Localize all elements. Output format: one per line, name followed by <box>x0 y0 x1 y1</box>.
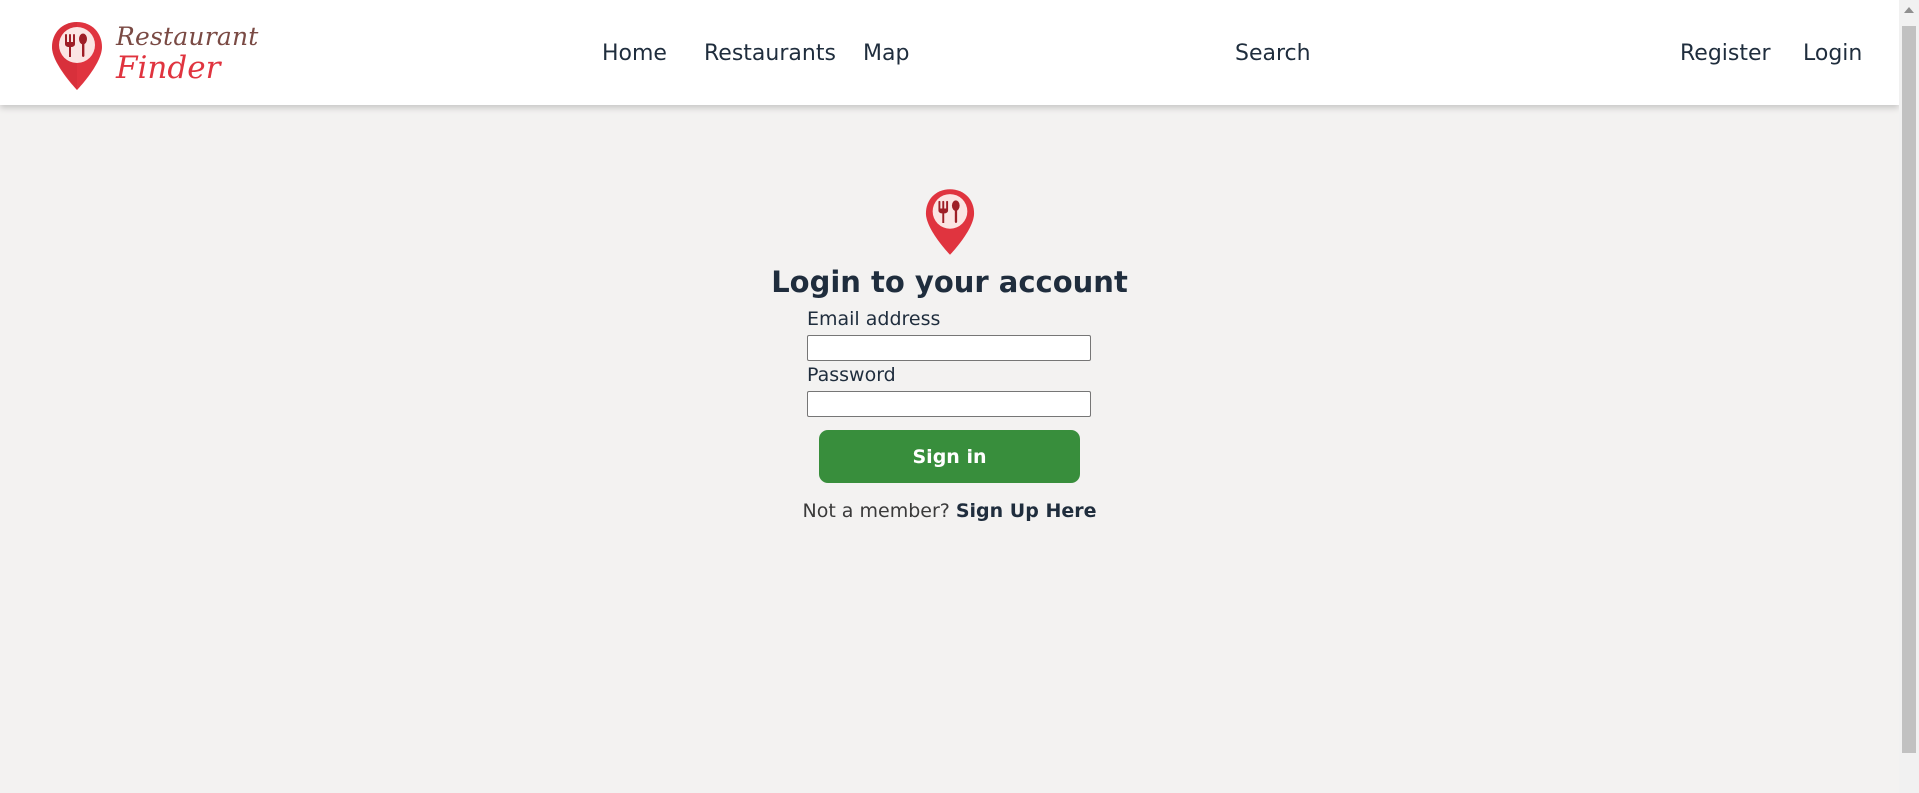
nav-register-link[interactable]: Register <box>1680 41 1771 66</box>
brand-name-line1: Restaurant <box>116 22 259 51</box>
signup-prompt: Not a member? <box>802 500 950 522</box>
sign-in-button[interactable]: Sign in <box>819 430 1080 483</box>
sign-up-link[interactable]: Sign Up Here <box>956 500 1097 522</box>
brand-logo[interactable]: Restaurant Finder <box>50 20 258 92</box>
nav-search-link[interactable]: Search <box>1235 41 1311 66</box>
signup-row: Not a member? Sign Up Here <box>0 500 1899 522</box>
login-section: Login to your account Email address Pass… <box>0 105 1899 793</box>
nav-restaurants-link[interactable]: Restaurants <box>704 41 836 66</box>
nav-home-link[interactable]: Home <box>602 41 667 66</box>
password-field[interactable] <box>807 391 1091 417</box>
nav-login-link[interactable]: Login <box>1803 41 1862 66</box>
brand-name-line2: Finder <box>116 50 221 86</box>
map-pin-icon <box>925 189 975 255</box>
email-label: Email address <box>807 308 941 330</box>
email-field[interactable] <box>807 335 1091 361</box>
scrollbar-thumb[interactable] <box>1902 26 1916 753</box>
scroll-up-arrow-icon[interactable] <box>1904 7 1914 13</box>
navbar: Restaurant Finder Home Restaurants Map S… <box>0 0 1899 105</box>
login-title: Login to your account <box>771 265 1128 299</box>
nav-map-link[interactable]: Map <box>863 41 909 66</box>
password-label: Password <box>807 364 896 386</box>
map-pin-icon <box>52 22 102 90</box>
vertical-scrollbar[interactable] <box>1899 0 1919 793</box>
page: Restaurant Finder Home Restaurants Map S… <box>0 0 1899 793</box>
